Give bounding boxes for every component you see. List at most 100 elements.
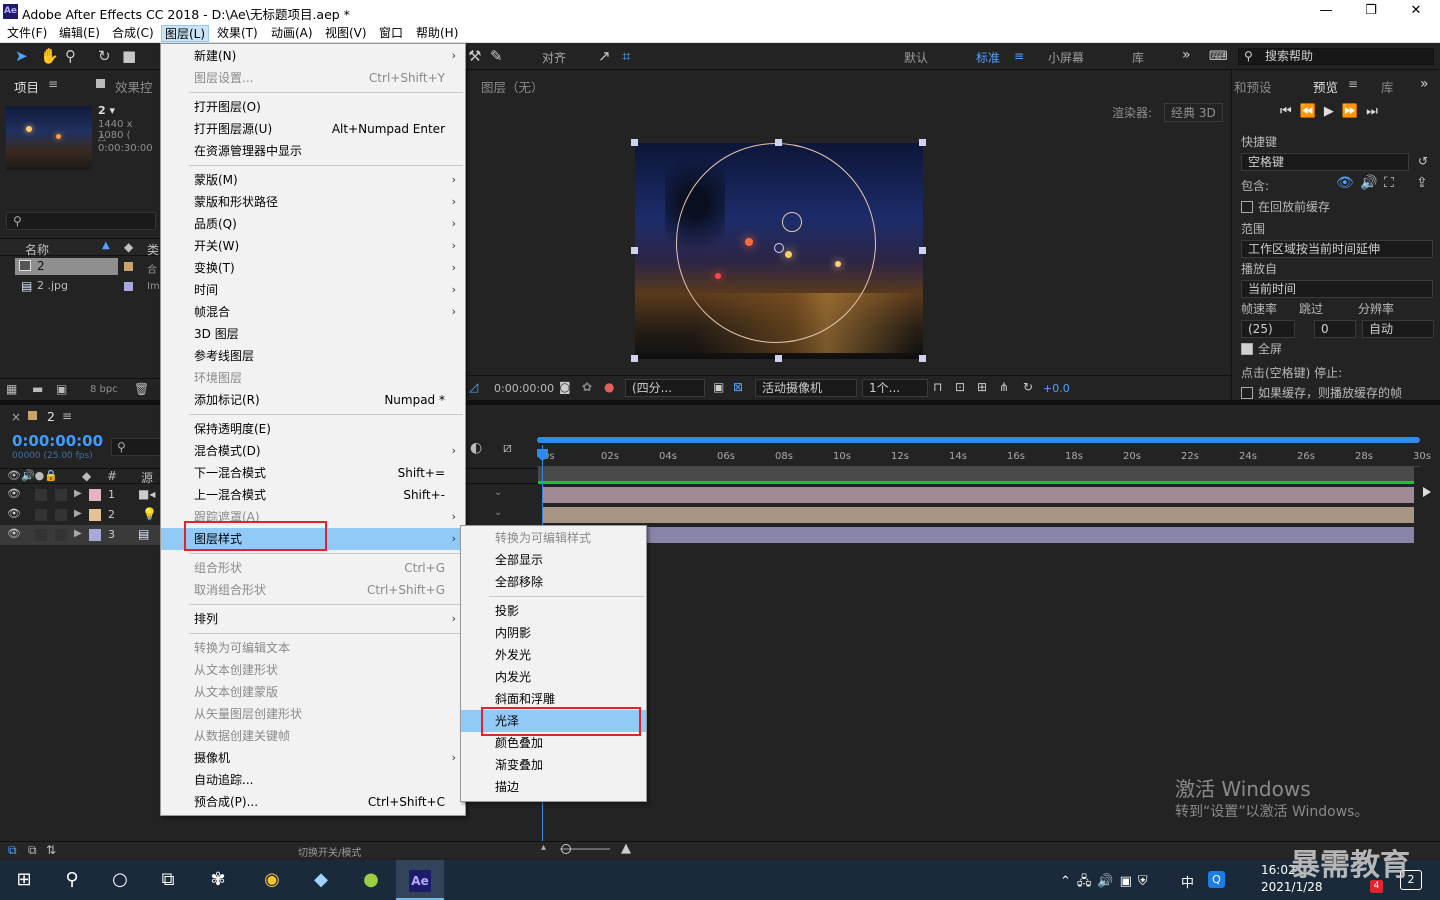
shortcut-dropdown[interactable]: 空格键: [1241, 153, 1409, 171]
more-workspaces-button[interactable]: »: [1182, 47, 1191, 63]
after-effects-taskbar-icon[interactable]: Ae: [396, 860, 444, 900]
layer-menu-item[interactable]: 排列 ›: [161, 608, 465, 630]
layer-style-item[interactable]: 外发光: [461, 644, 646, 666]
bounding-handle[interactable]: [775, 139, 782, 146]
menu-composition[interactable]: 合成(C): [109, 25, 157, 42]
tab-comp-2[interactable]: 2: [47, 409, 55, 424]
snap-grid-icon[interactable]: ⌗: [622, 47, 630, 65]
export-icon[interactable]: ⇪: [1416, 175, 1428, 191]
layer-menu-item[interactable]: 参考线图层: [161, 345, 465, 367]
panel-menu-icon[interactable]: ≡: [48, 77, 58, 91]
layer-menu-item[interactable]: 保持透明度(E): [161, 418, 465, 440]
last-frame-icon[interactable]: ⏭: [1366, 104, 1386, 119]
flowchart-icon[interactable]: ⋔: [999, 380, 1009, 394]
help-search-input[interactable]: 搜索帮助: [1238, 48, 1434, 65]
if-cached-checkbox[interactable]: [1241, 387, 1253, 399]
play-from-dropdown[interactable]: 当前时间: [1241, 280, 1433, 298]
include-video-icon[interactable]: 👁: [1336, 175, 1354, 191]
layer-menu-item[interactable]: 帧混合 ›: [161, 301, 465, 323]
lock-toggle[interactable]: [55, 489, 67, 501]
layer-menu-item[interactable]: 品质(Q) ›: [161, 213, 465, 235]
fps-dropdown[interactable]: (25): [1241, 320, 1295, 338]
new-comp-icon[interactable]: ▣: [56, 382, 67, 396]
layer-menu-item[interactable]: 上一混合模式 Shift+-: [161, 484, 465, 506]
layer-menu-item[interactable]: 打开图层(O): [161, 96, 465, 118]
visibility-eye-icon[interactable]: 👁: [7, 487, 21, 500]
expand-arrow-icon[interactable]: ▶: [74, 528, 82, 539]
green-app-icon[interactable]: ●: [347, 860, 395, 900]
work-area-bar[interactable]: [537, 437, 1420, 443]
zoom-slider-thumb[interactable]: [561, 844, 571, 854]
reset-exposure-icon[interactable]: ↻: [1023, 380, 1033, 394]
layer-style-item[interactable]: 内发光: [461, 666, 646, 688]
solo-toggle[interactable]: [35, 529, 47, 541]
close-tab-icon[interactable]: ×: [11, 410, 21, 424]
layer-menu-item[interactable]: 摄像机 ›: [161, 747, 465, 769]
rotate-tool-icon[interactable]: ↻: [98, 47, 111, 65]
workspace-menu-icon[interactable]: ≡: [1014, 49, 1024, 63]
expand-arrow-icon[interactable]: ▶: [74, 508, 82, 519]
layer-bar-2[interactable]: [542, 507, 1414, 523]
workspace-small-screen[interactable]: 小屏幕: [1048, 49, 1084, 66]
chrome-icon[interactable]: ◉: [248, 860, 296, 900]
zoom-in-icon[interactable]: ▲: [621, 841, 631, 856]
menu-animation[interactable]: 动画(A): [268, 25, 316, 42]
mode-dropdown-icon[interactable]: ⌄: [494, 507, 502, 518]
col-source-name[interactable]: 源: [141, 469, 153, 486]
layer-menu-item[interactable]: 时间 ›: [161, 279, 465, 301]
selection-tool-icon[interactable]: ➤: [15, 47, 28, 65]
camera-tool-icon[interactable]: ■: [122, 47, 136, 65]
layer-bar-3[interactable]: [542, 527, 1414, 543]
close-button[interactable]: ✕: [1393, 0, 1439, 23]
more-panels-button[interactable]: »: [1420, 76, 1429, 92]
bpc-label[interactable]: 8 bpc: [90, 384, 118, 395]
include-audio-icon[interactable]: 🔊: [1360, 175, 1377, 191]
transfer-controls-icon[interactable]: ⇅: [46, 843, 56, 857]
prev-frame-icon[interactable]: ⏪: [1300, 104, 1324, 119]
menu-file[interactable]: 文件(F): [4, 25, 50, 42]
workspace-library[interactable]: 库: [1132, 49, 1144, 66]
zoom-out-icon[interactable]: ▴: [541, 842, 546, 853]
motion-blur-icon[interactable]: ◐: [470, 440, 482, 456]
menu-layer[interactable]: 图层(L): [161, 25, 210, 42]
bounding-handle[interactable]: [919, 247, 926, 254]
layer-menu-item[interactable]: 打开图层源(U) Alt+Numpad Enter: [161, 118, 465, 140]
view-layout-dropdown[interactable]: 1个...: [862, 379, 928, 397]
solo-toggle[interactable]: [35, 489, 47, 501]
puppet-tool-icon[interactable]: ⚒: [468, 47, 481, 65]
layer-menu-item[interactable]: 新建(N) ›: [161, 45, 465, 67]
layer-menu-item[interactable]: 蒙版(M) ›: [161, 169, 465, 191]
menu-edit[interactable]: 编辑(E): [56, 25, 103, 42]
col-name[interactable]: 名称: [25, 241, 49, 258]
file-app-icon[interactable]: ◆: [297, 860, 345, 900]
sort-asc-icon[interactable]: ▲: [102, 240, 110, 251]
fast-previews-icon[interactable]: ⊡: [955, 380, 965, 394]
hand-tool-icon[interactable]: ✋: [40, 47, 59, 65]
viewer-timecode[interactable]: 0:00:00:00: [494, 382, 554, 395]
interpret-footage-icon[interactable]: ▦: [6, 382, 17, 396]
timeline-icon[interactable]: ⊞: [977, 380, 987, 394]
minimize-button[interactable]: —: [1303, 0, 1349, 23]
layer-out-point-icon[interactable]: [1423, 487, 1431, 497]
bounding-handle[interactable]: [775, 355, 782, 362]
tab-library[interactable]: 库: [1381, 77, 1394, 96]
maximize-button[interactable]: ❐: [1348, 0, 1394, 23]
snapshot-icon[interactable]: ◙: [559, 380, 571, 394]
anchor-point-icon[interactable]: [774, 243, 784, 253]
layer-style-item[interactable]: 全部移除: [461, 571, 646, 593]
layer-label-color[interactable]: [89, 489, 101, 501]
tab-effect-controls[interactable]: 效果控: [115, 77, 153, 96]
layer-menu-item[interactable]: 下一混合模式 Shift+=: [161, 462, 465, 484]
workspace-standard[interactable]: 标准: [976, 49, 1000, 66]
start-button-icon[interactable]: ⊞: [0, 860, 48, 900]
visibility-eye-icon[interactable]: 👁: [7, 507, 21, 520]
layer-label-color[interactable]: [89, 529, 101, 541]
menu-effect[interactable]: 效果(T): [214, 25, 261, 42]
layer-menu-item[interactable]: 3D 图层: [161, 323, 465, 345]
layer-style-item[interactable]: 渐变叠加: [461, 754, 646, 776]
solo-toggle[interactable]: [35, 509, 47, 521]
label-color-swatch[interactable]: [124, 282, 133, 291]
reset-icon[interactable]: ↺: [1418, 154, 1428, 168]
cache-before-checkbox[interactable]: [1241, 201, 1253, 213]
ime-indicator[interactable]: 中: [1181, 872, 1194, 891]
